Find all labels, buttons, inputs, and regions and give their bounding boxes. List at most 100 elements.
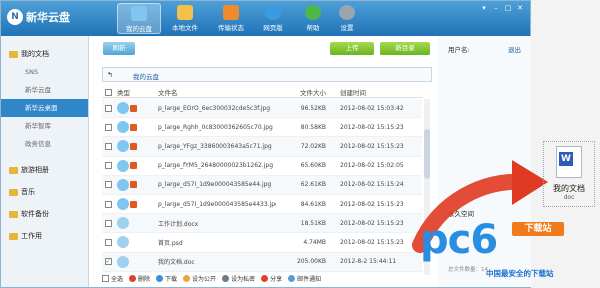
close-icon[interactable]: ✕ <box>515 4 525 13</box>
back-arrow-icon[interactable]: ↰ <box>107 71 113 79</box>
row-checkbox[interactable]: ✓ <box>104 258 112 266</box>
file-name[interactable]: p_large_Rghh_0c83000362605c70.jpg <box>148 124 276 131</box>
mail-icon <box>288 274 296 282</box>
col-time[interactable]: 创建时间 <box>334 87 422 97</box>
sidebar-sub-gov[interactable]: 政务信息 <box>1 135 88 153</box>
row-checkbox[interactable] <box>104 181 112 189</box>
nav-local-files[interactable]: 本地文件 <box>163 3 207 34</box>
sidebar-sub-cloud[interactable]: 新华云盘 <box>1 81 88 99</box>
breadcrumb-path[interactable]: 我的云盘 <box>133 71 159 81</box>
row-checkbox[interactable] <box>104 104 112 112</box>
email-notify-button[interactable]: 邮件通知 <box>288 274 321 283</box>
table-row[interactable]: ✓ 我的文档.doc 205.00KB 2012-8-2 15:44:11 <box>102 252 422 272</box>
share-button[interactable]: 分享 <box>261 274 282 283</box>
word-doc-icon: W <box>556 146 582 178</box>
desktop-file-ext: doc <box>563 194 575 201</box>
main-panel: 刷新 上传 新目录 ↰ 我的云盘 类型 文件名 文件大小 创建时间 p_larg… <box>90 36 438 287</box>
image-badge-icon <box>130 181 137 189</box>
row-checkbox[interactable] <box>104 219 112 227</box>
table-row[interactable]: p_large_EOrO_6ec300032cde5c3f.jpg 96.52KB… <box>102 99 422 119</box>
col-size[interactable]: 文件大小 <box>276 87 334 97</box>
download-button[interactable]: 下载 <box>156 274 177 283</box>
select-all-checkbox[interactable] <box>104 88 112 96</box>
sidebar-item-music[interactable]: 音乐 <box>1 183 88 201</box>
table-row[interactable]: p_large_Rghh_0c83000362605c70.jpg 80.58KB… <box>102 118 422 138</box>
nav-web[interactable]: 网页版 <box>251 3 295 34</box>
nav-my-cloud[interactable]: 我的云盘 <box>117 3 161 34</box>
file-name[interactable]: p_large_YFgz_33860003643a5c71.jpg <box>148 143 276 150</box>
file-size: 80.58KB <box>300 123 326 131</box>
col-type[interactable]: 类型 <box>114 87 148 97</box>
cloud-icon <box>131 6 147 21</box>
cloud-file-icon <box>117 140 129 153</box>
table-row[interactable]: 首页.psd 4.74MB 2012-08-02 15:15:23 <box>102 233 422 253</box>
folder-icon <box>177 5 193 20</box>
image-badge-icon <box>130 142 137 150</box>
help-icon <box>305 5 321 20</box>
delete-icon <box>129 274 137 282</box>
download-icon <box>156 274 164 282</box>
nav-settings[interactable]: 设置 <box>325 3 369 34</box>
table-row[interactable]: 工作计划.docx 18.51KB 2012-08-02 15:15:23 <box>102 214 422 234</box>
col-name[interactable]: 文件名 <box>148 87 276 97</box>
cloud-file-icon <box>117 121 129 134</box>
row-checkbox[interactable] <box>104 200 112 208</box>
table-row[interactable]: p_large_YFgz_33860003643a5c71.jpg 72.02KB… <box>102 137 422 157</box>
delete-button[interactable]: 删除 <box>129 274 150 283</box>
sidebar-sub-sns[interactable]: SNS <box>1 63 88 81</box>
cloud-file-icon <box>117 198 129 211</box>
upload-button[interactable]: 上传 <box>330 42 374 55</box>
file-size: 65.60KB <box>300 162 326 170</box>
file-size: 72.02KB <box>300 142 326 150</box>
sidebar-sub-desktop[interactable]: 新华云桌面 <box>1 99 88 117</box>
sidebar-item-work[interactable]: 工作用 <box>1 227 88 245</box>
cloud-file-icon <box>117 255 129 268</box>
public-icon <box>183 274 191 282</box>
row-checkbox[interactable] <box>104 123 112 131</box>
share-icon <box>261 274 269 282</box>
file-name[interactable]: 首页.psd <box>148 238 276 247</box>
sidebar-item-travel[interactable]: 旅游相册 <box>1 161 88 179</box>
set-private-button[interactable]: 设为私密 <box>222 274 255 283</box>
refresh-button[interactable]: 刷新 <box>103 42 135 55</box>
app-logo: N 新华云盘 <box>7 9 70 25</box>
file-time: 2012-08-02 15:15:23 <box>340 142 404 150</box>
menu-icon[interactable]: ▾ <box>479 4 489 13</box>
watermark-logo: pc6 <box>420 217 498 263</box>
file-name[interactable]: 工作计划.docx <box>148 219 276 228</box>
file-size: 84.61KB <box>300 200 326 208</box>
folder-icon <box>9 50 18 58</box>
minimize-icon[interactable]: – <box>491 4 501 13</box>
logout-link[interactable]: 退出 <box>508 44 521 54</box>
table-row[interactable]: p_large_d57I_1d9e000043585e4433.jpg 84.61… <box>102 195 422 215</box>
table-row[interactable]: p_large_d57I_1d9e000043585e44.jpg 62.61KB… <box>102 175 422 195</box>
cloud-file-icon <box>117 178 129 191</box>
file-name[interactable]: p_large_EOrO_6ec300032cde5c3f.jpg <box>148 105 276 112</box>
transfer-icon <box>223 5 239 20</box>
table-row[interactable]: p_large_fYM5_26480000023b1262.jpg 65.60KB… <box>102 157 422 176</box>
file-name[interactable]: p_large_fYM5_26480000023b1262.jpg <box>148 162 276 169</box>
row-checkbox[interactable] <box>104 142 112 150</box>
folder-icon <box>9 188 18 196</box>
file-time: 2012-08-02 15:15:23 <box>340 123 404 131</box>
action-bar: 全选 删除 下载 设为公开 设为私密 分享 邮件通知 <box>102 272 432 284</box>
row-checkbox[interactable] <box>104 238 112 246</box>
nav-transfer[interactable]: 传输状态 <box>209 3 253 34</box>
file-name[interactable]: p_large_d57I_1d9e000043585e44.jpg <box>148 181 276 188</box>
sidebar-item-my-docs[interactable]: 我的文档 <box>1 45 88 63</box>
watermark-subtitle: 中国最安全的下载站 <box>486 269 554 278</box>
file-size: 18.51KB <box>300 219 326 227</box>
file-name[interactable]: 我的文档.doc <box>148 257 276 266</box>
new-folder-button[interactable]: 新目录 <box>380 42 430 55</box>
maximize-icon[interactable]: □ <box>503 4 513 13</box>
file-list: p_large_EOrO_6ec300032cde5c3f.jpg 96.52KB… <box>102 99 422 272</box>
set-public-button[interactable]: 设为公开 <box>183 274 216 283</box>
desktop-file-icon[interactable]: W 我的文档 doc <box>543 141 595 207</box>
select-all-button[interactable]: 全选 <box>102 274 123 283</box>
folder-icon <box>9 166 18 174</box>
row-checkbox[interactable] <box>104 162 112 170</box>
file-name[interactable]: p_large_d57I_1d9e000043585e4433.jpg <box>148 201 276 208</box>
sidebar-sub-think-tank[interactable]: 新华智库 <box>1 117 88 135</box>
sidebar-item-software[interactable]: 软件备份 <box>1 205 88 223</box>
gear-icon <box>339 5 355 20</box>
